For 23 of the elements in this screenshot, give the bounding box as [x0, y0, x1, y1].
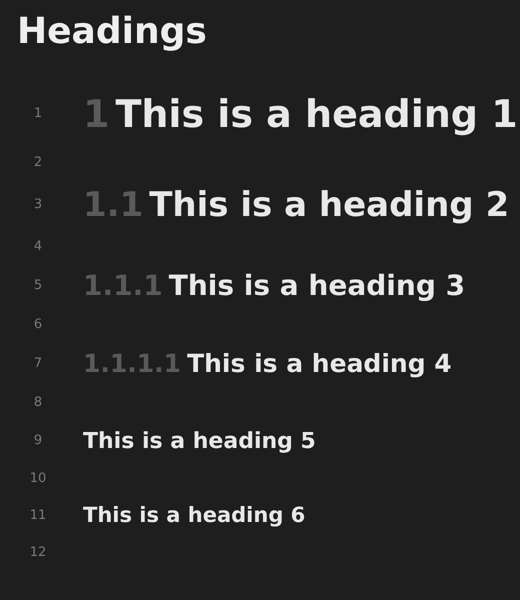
line-number: 2: [34, 154, 42, 172]
line-number: 5: [34, 277, 42, 296]
line-number: 7: [34, 355, 42, 374]
line-number: 9: [34, 432, 42, 450]
line-number: 6: [34, 316, 42, 334]
line-number: 11: [30, 507, 46, 526]
heading-number: 1: [83, 90, 110, 138]
heading-text: This is a heading 2: [149, 184, 510, 226]
heading-text: This is a heading 4: [187, 348, 452, 380]
heading-text: This is a heading 3: [168, 268, 466, 304]
heading-text: This is a heading 6: [83, 502, 306, 530]
line-number: 8: [34, 394, 42, 412]
heading-number: 1.1.1.1: [83, 348, 182, 380]
line-number: 12: [30, 544, 46, 562]
heading-number: 1.1: [83, 184, 144, 226]
line-number: 3: [34, 196, 42, 214]
heading-text: This is a heading 5: [83, 428, 316, 456]
page-title: Headings: [16, 10, 207, 54]
heading-number: 1.1.1: [83, 268, 163, 304]
line-number: 4: [34, 238, 42, 256]
line-number: 1: [34, 105, 42, 124]
heading-text: This is a heading 1: [115, 90, 518, 138]
line-number: 10: [30, 470, 46, 488]
